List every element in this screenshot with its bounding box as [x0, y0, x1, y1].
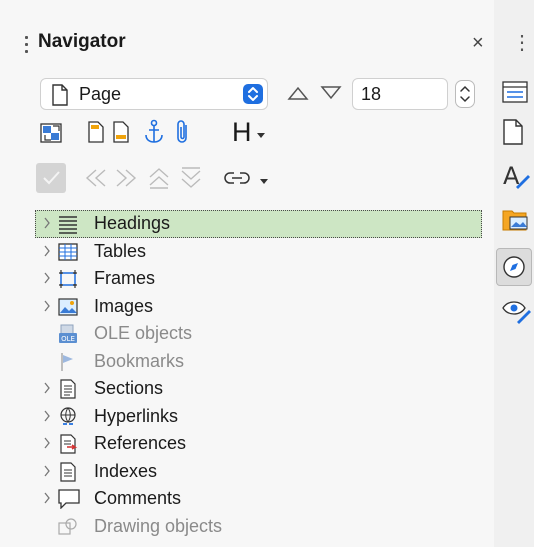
- content-tree[interactable]: Headings Tables Frames Images OLE OLE ob…: [35, 210, 482, 540]
- tree-item-hyperlinks[interactable]: Hyperlinks: [35, 403, 482, 431]
- hyperlink-icon: [60, 406, 76, 425]
- chevron-right-icon[interactable]: [43, 490, 51, 506]
- drag-handle[interactable]: [24, 34, 28, 56]
- page-number-spinner[interactable]: [455, 80, 475, 108]
- tree-item-references[interactable]: References: [35, 430, 482, 458]
- section-icon: [60, 379, 76, 399]
- header-icon[interactable]: [87, 120, 105, 144]
- tree-item-label: OLE objects: [94, 323, 193, 343]
- chevron-right-icon[interactable]: [43, 380, 51, 396]
- page-icon[interactable]: [502, 118, 524, 146]
- tree-item-label: Hyperlinks: [94, 405, 179, 426]
- tree-item-images[interactable]: Images: [35, 293, 482, 321]
- tree-item-tables[interactable]: Tables: [35, 238, 482, 266]
- chevron-down-icon[interactable]: [256, 132, 266, 140]
- compass-icon: [503, 256, 525, 278]
- table-icon: [58, 242, 78, 261]
- gallery-icon[interactable]: [502, 208, 530, 232]
- demote-level-icon[interactable]: [180, 166, 202, 190]
- properties-icon[interactable]: [502, 80, 528, 104]
- chevron-right-icon[interactable]: [43, 270, 51, 286]
- anchor-icon[interactable]: [143, 119, 165, 145]
- comment-icon: [58, 489, 80, 509]
- page-number-input[interactable]: 18: [352, 78, 448, 110]
- ole-object-icon: OLE: [59, 324, 77, 343]
- navigator-panel: Navigator × Page 18 H Headings Tables Fr…: [0, 0, 494, 547]
- tree-item-label: Images: [94, 295, 154, 316]
- chevron-right-icon[interactable]: [43, 408, 51, 424]
- headings-icon: [59, 216, 77, 234]
- tree-item-indexes[interactable]: Indexes: [35, 458, 482, 486]
- tree-item-label: Indexes: [94, 460, 158, 481]
- check-icon: [43, 171, 60, 185]
- panel-title: Navigator: [38, 31, 126, 52]
- close-icon[interactable]: ×: [472, 31, 484, 55]
- style-inspector-icon[interactable]: [502, 298, 532, 324]
- chevron-right-icon[interactable]: [43, 463, 51, 479]
- navigator-tab[interactable]: [496, 248, 532, 286]
- svg-text:OLE: OLE: [61, 335, 75, 343]
- promote-chapter-icon[interactable]: [85, 168, 109, 188]
- page-number-value: 18: [361, 84, 382, 104]
- tree-item-label: Headings: [94, 213, 171, 233]
- reference-icon: [60, 434, 78, 454]
- tree-item-label: Frames: [94, 268, 156, 288]
- document-icon: [52, 84, 68, 106]
- link-icon[interactable]: [224, 170, 250, 186]
- chevron-right-icon[interactable]: [43, 215, 51, 231]
- tree-item-label: Bookmarks: [94, 350, 185, 371]
- tree-item-headings[interactable]: Headings: [35, 210, 482, 238]
- drawing-object-icon: [58, 517, 77, 535]
- styles-icon[interactable]: A: [502, 160, 532, 190]
- tree-item-bookmarks[interactable]: Bookmarks: [35, 348, 482, 376]
- frame-icon: [59, 270, 77, 288]
- image-icon: [58, 297, 78, 316]
- paperclip-icon[interactable]: [175, 119, 191, 145]
- index-icon: [60, 461, 76, 482]
- previous-page-icon[interactable]: [287, 84, 309, 102]
- tree-item-sections[interactable]: Sections: [35, 375, 482, 403]
- chevron-updown-icon: [243, 84, 263, 104]
- chevron-down-icon[interactable]: [259, 178, 269, 186]
- tree-item-ole-objects[interactable]: OLE OLE objects: [35, 320, 482, 348]
- tree-item-drawing-objects[interactable]: Drawing objects: [35, 513, 482, 541]
- category-select-value: Page: [79, 84, 122, 104]
- tree-item-comments[interactable]: Comments: [35, 485, 482, 513]
- tree-item-label: Comments: [94, 488, 182, 508]
- next-page-icon[interactable]: [320, 84, 342, 102]
- tree-item-label: Sections: [94, 378, 164, 398]
- category-select[interactable]: Page: [40, 78, 268, 110]
- tree-item-label: References: [94, 433, 187, 453]
- content-navigation-toggle[interactable]: [36, 163, 66, 193]
- sidebar-menu-icon[interactable]: ⋮: [512, 30, 532, 55]
- tree-item-label: Tables: [94, 240, 147, 261]
- heading-menu[interactable]: H: [232, 117, 252, 148]
- footer-icon[interactable]: [112, 120, 130, 144]
- tree-item-label: Drawing objects: [94, 515, 223, 536]
- tree-item-frames[interactable]: Frames: [35, 265, 482, 293]
- chevron-right-icon[interactable]: [43, 243, 51, 259]
- bookmark-icon: [61, 352, 73, 371]
- promote-level-icon[interactable]: [148, 166, 170, 190]
- demote-chapter-icon[interactable]: [113, 168, 137, 188]
- chevron-right-icon[interactable]: [43, 435, 51, 451]
- chevron-right-icon[interactable]: [43, 298, 51, 314]
- toggle-master-view-icon[interactable]: [40, 122, 64, 144]
